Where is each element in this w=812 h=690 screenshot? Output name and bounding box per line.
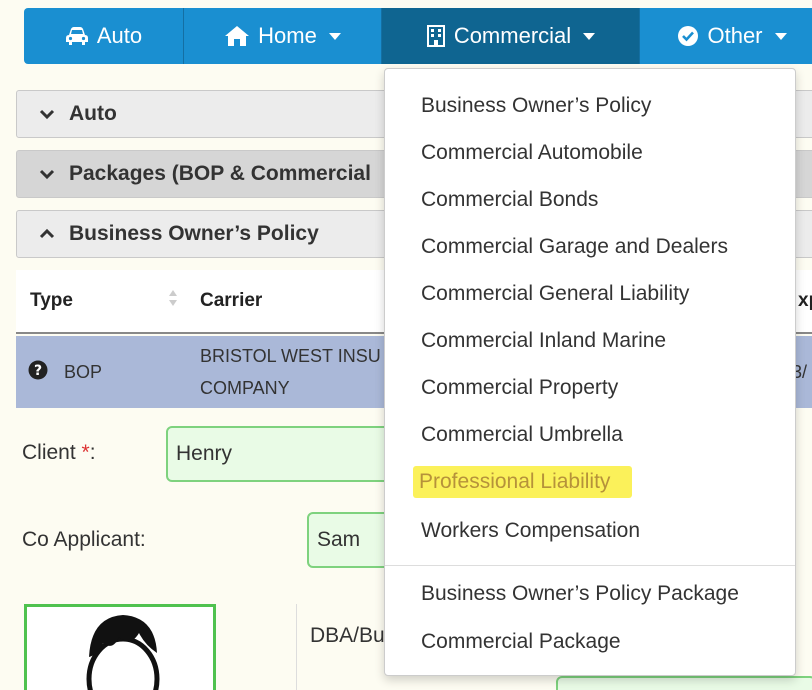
tab-commercial[interactable]: Commercial: [382, 8, 640, 64]
menu-item-commercial-bonds[interactable]: Commercial Bonds: [421, 188, 598, 212]
car-icon: [65, 26, 89, 46]
commercial-dropdown-menu: Business Owner’s Policy Commercial Autom…: [384, 68, 796, 676]
menu-divider: [385, 565, 795, 566]
menu-item-commercial-package[interactable]: Commercial Package: [421, 630, 621, 654]
menu-item-workers-compensation[interactable]: Workers Compensation: [421, 519, 640, 543]
tab-home[interactable]: Home: [184, 8, 382, 64]
header-expiration[interactable]: xp: [798, 290, 812, 312]
dba-field[interactable]: [556, 676, 812, 690]
header-carrier[interactable]: Carrier: [200, 290, 262, 312]
chevron-down-icon: [328, 32, 341, 40]
menu-item-commercial-garage-dealers[interactable]: Commercial Garage and Dealers: [421, 235, 728, 259]
top-nav: Auto Home Commercial Other: [24, 8, 812, 64]
header-type[interactable]: Type: [30, 290, 73, 312]
sort-icon[interactable]: [168, 288, 178, 314]
menu-item-bop-package[interactable]: Business Owner’s Policy Package: [421, 582, 739, 606]
client-label-text: Client: [22, 441, 82, 464]
chevron-up-icon: [39, 228, 55, 240]
client-label: Client *:: [22, 441, 96, 465]
check-circle-icon: [677, 25, 699, 47]
tab-auto[interactable]: Auto: [24, 8, 184, 64]
menu-item-commercial-umbrella[interactable]: Commercial Umbrella: [421, 423, 623, 447]
row-carrier-line2: COMPANY: [200, 378, 290, 398]
tab-other[interactable]: Other: [640, 8, 812, 64]
menu-item-professional-liability[interactable]: Professional Liability: [413, 466, 633, 498]
tab-home-label: Home: [258, 23, 317, 48]
menu-item-commercial-property[interactable]: Commercial Property: [421, 376, 618, 400]
client-field[interactable]: Henry: [166, 426, 406, 482]
home-icon: [224, 25, 250, 47]
row-carrier-line1: BRISTOL WEST INSU: [200, 346, 381, 366]
question-icon[interactable]: ?: [28, 360, 48, 385]
accordion-auto-label: Auto: [69, 102, 117, 125]
menu-item-commercial-inland-marine[interactable]: Commercial Inland Marine: [421, 329, 666, 353]
menu-item-business-owners-policy[interactable]: Business Owner’s Policy: [421, 94, 651, 118]
coapplicant-label: Co Applicant:: [22, 528, 146, 551]
accordion-bop-label: Business Owner’s Policy: [69, 222, 319, 245]
tab-commercial-label: Commercial: [453, 23, 572, 48]
dba-label: DBA/Bu: [310, 624, 385, 647]
menu-item-commercial-automobile[interactable]: Commercial Automobile: [421, 141, 643, 165]
menu-item-commercial-general-liability[interactable]: Commercial General Liability: [421, 282, 689, 306]
svg-text:?: ?: [34, 363, 42, 379]
building-icon: [426, 25, 446, 47]
avatar[interactable]: [24, 604, 216, 690]
chevron-down-icon: [774, 32, 787, 40]
accordion-packages-label: Packages (BOP & Commercial: [69, 162, 371, 185]
divider: [296, 604, 297, 690]
chevron-down-icon: [39, 108, 55, 120]
row-type: BOP: [64, 362, 103, 382]
tab-other-label: Other: [707, 23, 763, 48]
required-mark: *: [81, 441, 90, 464]
chevron-down-icon: [583, 32, 596, 40]
chevron-down-icon: [39, 168, 55, 180]
tab-auto-label: Auto: [96, 23, 143, 48]
client-label-colon: :: [89, 441, 96, 464]
